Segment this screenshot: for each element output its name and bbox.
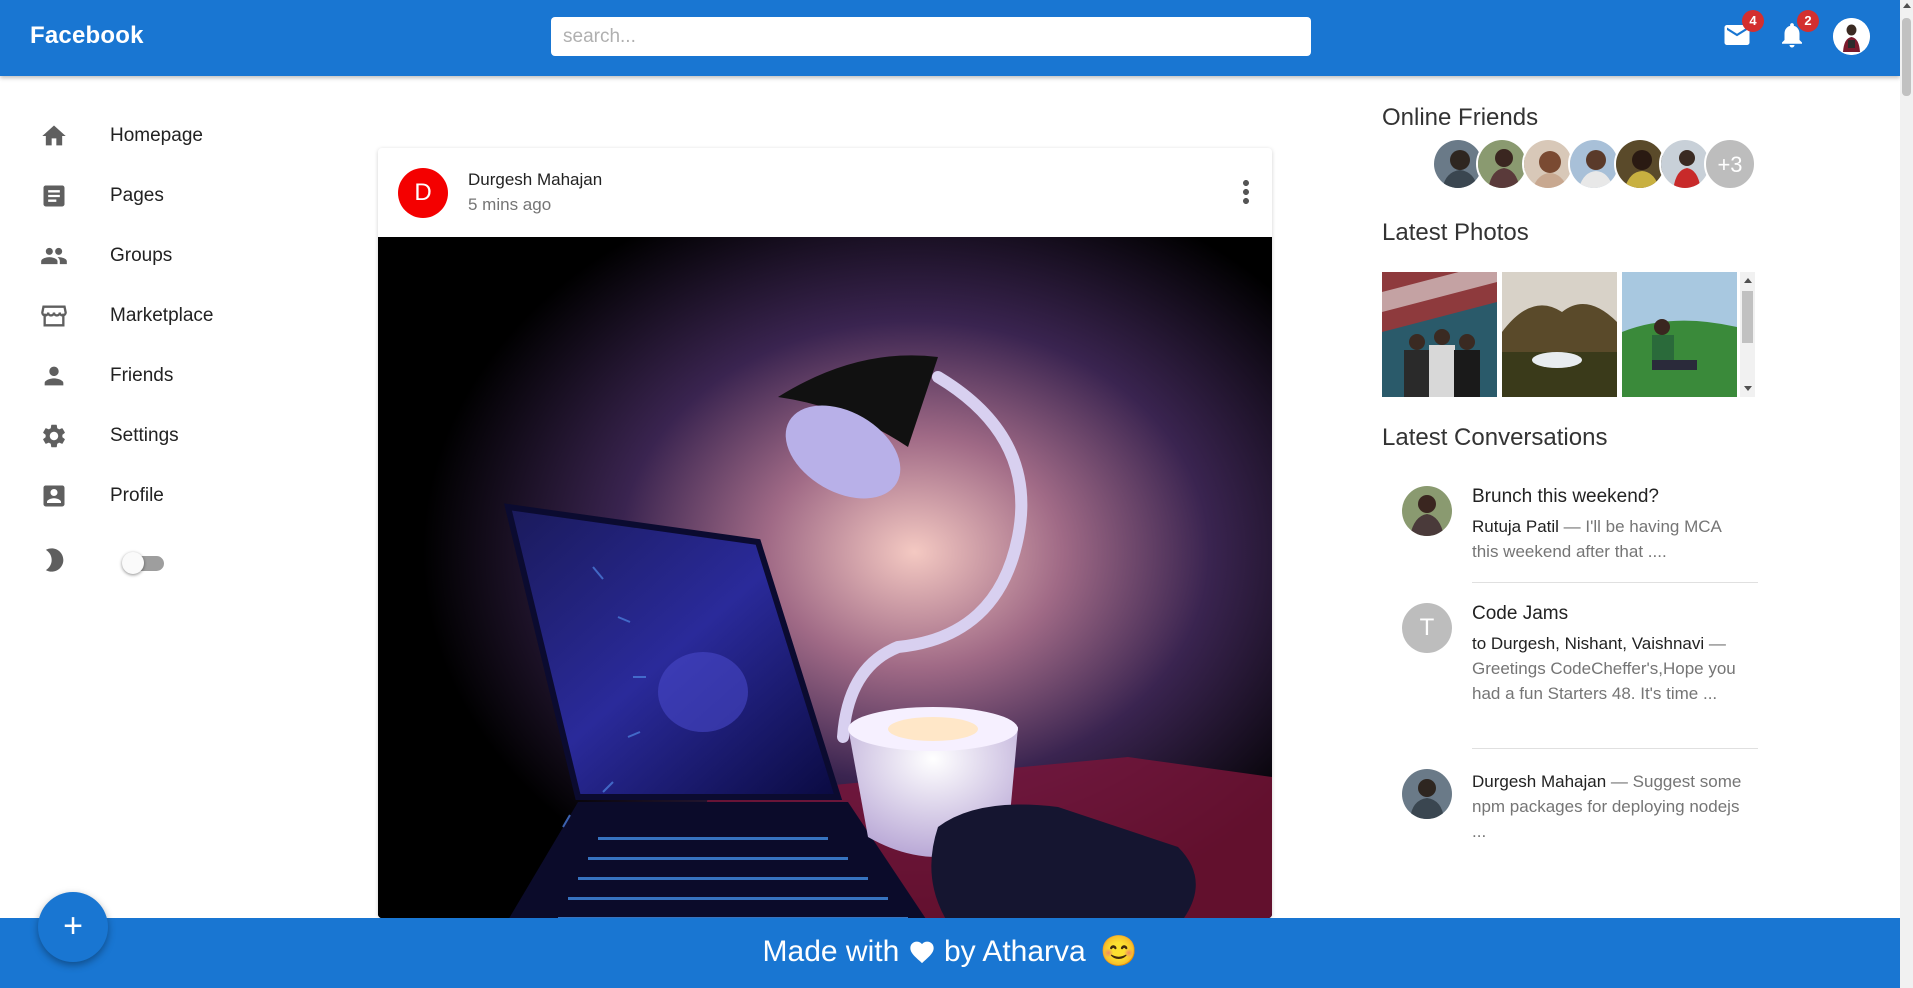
home-icon (38, 120, 70, 152)
group-icon (38, 240, 70, 272)
page: Facebook 4 2 Homepage (0, 0, 1913, 988)
smile-emoji-icon: 😊 (1100, 935, 1138, 968)
sidebar-item-profile[interactable]: Profile (38, 476, 278, 516)
online-friend-avatar[interactable] (1522, 138, 1574, 190)
sidebar-item-settings[interactable]: Settings (38, 416, 278, 456)
top-app-bar: Facebook 4 2 (0, 0, 1900, 76)
post-author-avatar[interactable]: D (398, 168, 448, 218)
footer: Made with by Atharva 😊 (0, 918, 1900, 988)
online-friends-title: Online Friends (1382, 104, 1539, 131)
sidebar-item-label: Marketplace (110, 305, 214, 326)
post-timestamp: 5 mins ago (468, 195, 552, 214)
more-vert-icon (1243, 180, 1249, 204)
more-options-button[interactable] (1228, 174, 1264, 210)
moon-icon (38, 544, 70, 576)
latest-photo[interactable] (1502, 272, 1617, 397)
conversation-preview: to Durgesh, Nishant, Vaishnavi — Greetin… (1472, 631, 1742, 706)
online-friend-avatar[interactable] (1568, 138, 1620, 190)
latest-photo[interactable] (1622, 272, 1737, 397)
laptop-lamp-photo (378, 237, 1272, 918)
conversation-avatar: T (1402, 603, 1452, 653)
conversation-preview: Rutuja Patil — I'll be having MCA this w… (1472, 514, 1742, 564)
sidebar-item-label: Homepage (110, 125, 203, 146)
footer-text-before: Made with (762, 935, 900, 968)
notifications-badge: 2 (1797, 10, 1819, 32)
footer-credit: Made with by Atharva 😊 (0, 934, 1900, 969)
sidebar-item-label: Settings (110, 425, 179, 446)
post-image[interactable] (378, 237, 1272, 918)
latest-photo[interactable] (1382, 272, 1497, 397)
conversation-item[interactable]: Durgesh Mahajan — Suggest some npm packa… (1382, 769, 1758, 859)
account-box-icon (38, 480, 70, 512)
conversation-avatar (1402, 486, 1452, 536)
user-avatar[interactable] (1833, 18, 1870, 55)
conversation-avatar (1402, 769, 1452, 819)
toggle-knob (122, 552, 144, 574)
notifications-button[interactable]: 2 (1777, 10, 1819, 50)
sidebar-item-label: Friends (110, 365, 174, 386)
sidebar-item-homepage[interactable]: Homepage (38, 116, 278, 156)
scroll-thumb[interactable] (1902, 18, 1911, 96)
scroll-down-arrow-icon[interactable] (1744, 386, 1752, 391)
scroll-up-arrow-icon[interactable] (1903, 3, 1911, 8)
storefront-icon (38, 300, 70, 332)
conversation-preview: Durgesh Mahajan — Suggest some npm packa… (1472, 769, 1742, 844)
search-input[interactable] (551, 17, 1311, 56)
scroll-up-arrow-icon[interactable] (1744, 278, 1752, 283)
photos-scrollbar[interactable] (1740, 272, 1755, 397)
online-friends-more[interactable]: +3 (1704, 138, 1756, 190)
sidebar-item-label: Groups (110, 245, 173, 266)
divider (1472, 748, 1758, 749)
dark-mode-toggle[interactable] (122, 550, 170, 576)
divider (1472, 582, 1758, 583)
gear-icon (38, 420, 70, 452)
conversation-sender: Durgesh Mahajan (1472, 772, 1607, 791)
theme-toggle-icon-wrap (38, 540, 98, 580)
sidebar: Homepage Pages Groups Marketplace Friend… (0, 76, 300, 916)
brand-logo[interactable]: Facebook (30, 22, 144, 50)
conversation-sender: Rutuja Patil (1472, 517, 1559, 536)
conversation-item[interactable]: Brunch this weekend? Rutuja Patil — I'll… (1382, 486, 1758, 582)
conversation-item[interactable]: T Code Jams to Durgesh, Nishant, Vaishna… (1382, 603, 1758, 743)
sidebar-item-label: Profile (110, 485, 164, 506)
avatar-image (1833, 18, 1870, 55)
online-friend-avatar[interactable] (1476, 138, 1528, 190)
sidebar-item-label: Pages (110, 185, 164, 206)
conversation-title: Code Jams (1472, 603, 1569, 624)
sidebar-item-groups[interactable]: Groups (38, 236, 278, 276)
mail-button[interactable]: 4 (1722, 10, 1764, 50)
page-scrollbar[interactable] (1900, 0, 1913, 988)
person-icon (38, 360, 70, 392)
conversation-title: Brunch this weekend? (1472, 486, 1659, 507)
latest-photos-title: Latest Photos (1382, 219, 1529, 246)
mail-badge: 4 (1742, 10, 1764, 32)
sidebar-item-pages[interactable]: Pages (38, 176, 278, 216)
heart-icon (909, 941, 934, 964)
footer-text-after: by Atharva (943, 935, 1086, 968)
scroll-thumb[interactable] (1742, 291, 1753, 343)
article-icon (38, 180, 70, 212)
sidebar-item-friends[interactable]: Friends (38, 356, 278, 396)
conversation-sender: to Durgesh, Nishant, Vaishnavi (1472, 634, 1705, 653)
post-card: D Durgesh Mahajan 5 mins ago (378, 148, 1272, 918)
sidebar-item-marketplace[interactable]: Marketplace (38, 296, 278, 336)
latest-conversations-title: Latest Conversations (1382, 424, 1608, 451)
add-post-button[interactable]: + (38, 892, 108, 962)
post-author-name[interactable]: Durgesh Mahajan (468, 170, 602, 190)
